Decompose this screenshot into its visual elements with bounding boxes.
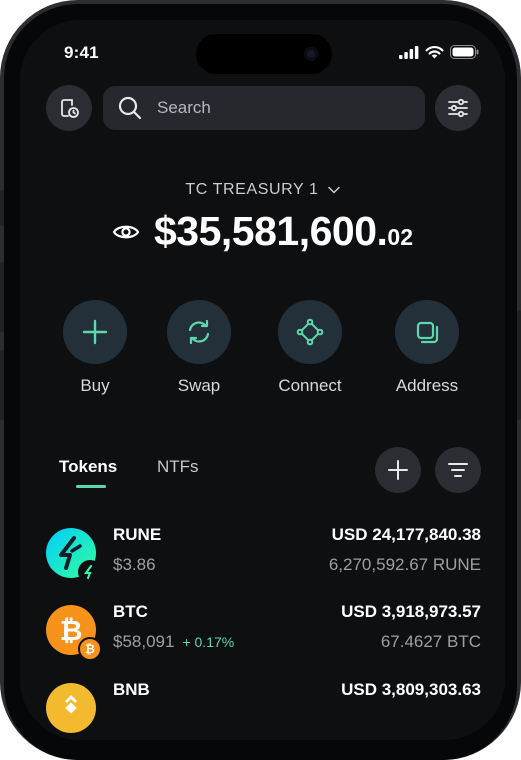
token-amount: 6,270,592.67 RUNE: [328, 555, 481, 574]
chevron-down-icon: [327, 186, 340, 194]
tab-nfts[interactable]: NTFs: [157, 457, 199, 477]
tab-active-indicator: [76, 485, 106, 488]
token-usd-value: USD 3,809,303.63: [341, 680, 481, 699]
wallet-name: TC TREASURY 1: [185, 181, 319, 198]
search-icon: [118, 96, 142, 120]
status-time: 9:41: [64, 43, 99, 62]
swap-icon: [188, 319, 210, 345]
swap-button[interactable]: Swap: [144, 300, 254, 396]
filter-button[interactable]: [435, 447, 481, 493]
buy-label: Buy: [80, 376, 110, 395]
token-row-bnb[interactable]: BNB USD 3,809,303.63: [46, 680, 481, 740]
swap-label: Swap: [177, 376, 221, 395]
balance-amount: $35,581,600.: [154, 208, 388, 254]
phone-bezel: 9:41 Search TC TREASURY 1 $35,581,600. 0…: [4, 4, 517, 760]
address-button[interactable]: Address: [372, 300, 482, 396]
connect-label: Connect: [278, 376, 342, 395]
address-circle: [395, 300, 459, 364]
settings-button[interactable]: [435, 85, 481, 131]
swap-circle: [167, 300, 231, 364]
app-screen: 9:41 Search TC TREASURY 1 $35,581,600. 0…: [20, 20, 505, 740]
balance-cents: 02: [387, 224, 413, 250]
token-symbol: BTC: [113, 602, 148, 621]
dynamic-island: [196, 34, 332, 74]
thorchain-badge-icon: [78, 560, 102, 584]
token-symbol: BNB: [113, 680, 150, 699]
connect-circle: [278, 300, 342, 364]
token-amount: 67.4627 BTC: [380, 632, 481, 651]
buy-circle: [63, 300, 127, 364]
token-symbol: RUNE: [113, 525, 162, 544]
token-row-btc[interactable]: ₿ ₿ BTC $58,091 + 0.17% USD 3,918,973.57 …: [46, 602, 481, 662]
token-usd-value: USD 24,177,840.38: [331, 525, 481, 544]
phone-power-button: [517, 310, 521, 420]
add-token-button[interactable]: [375, 447, 421, 493]
phone-mute-switch: [0, 190, 4, 226]
bnb-logo-icon: [46, 683, 96, 733]
connect-icon: [296, 318, 324, 346]
sliders-icon: [448, 98, 468, 118]
wallet-clock-icon: [61, 99, 79, 118]
buy-button[interactable]: Buy: [40, 300, 150, 396]
phone-frame: 9:41 Search TC TREASURY 1 $35,581,600. 0…: [0, 0, 521, 760]
address-label: Address: [395, 376, 459, 395]
camera-icon: [304, 47, 318, 61]
status-icons: [399, 45, 479, 59]
plus-icon: [82, 319, 108, 345]
wallet-selector[interactable]: TC TREASURY 1: [20, 181, 505, 199]
token-price: $58,091 + 0.17%: [113, 632, 235, 651]
token-usd-value: USD 3,918,973.57: [341, 602, 481, 621]
tab-tokens[interactable]: Tokens: [59, 457, 117, 477]
phone-volume-up: [0, 262, 4, 332]
search-placeholder: Search: [157, 98, 211, 117]
bitcoin-network-badge-icon: ₿: [78, 637, 102, 661]
battery-icon: [450, 45, 479, 59]
wallet-history-button[interactable]: [46, 85, 92, 131]
search-input[interactable]: Search: [103, 86, 425, 130]
signal-icon: [399, 45, 419, 59]
filter-icon: [448, 463, 468, 477]
balance-display: $35,581,600. 02: [20, 208, 505, 255]
address-icon: [416, 321, 439, 344]
eye-icon[interactable]: [112, 222, 140, 242]
token-row-rune[interactable]: RUNE $3.86 USD 24,177,840.38 6,270,592.6…: [46, 525, 481, 585]
connect-button[interactable]: Connect: [255, 300, 365, 396]
phone-volume-down: [0, 350, 4, 420]
wifi-icon: [425, 46, 444, 59]
plus-icon: [388, 460, 408, 480]
token-price: $3.86: [113, 555, 156, 574]
token-change: + 0.17%: [182, 634, 235, 650]
